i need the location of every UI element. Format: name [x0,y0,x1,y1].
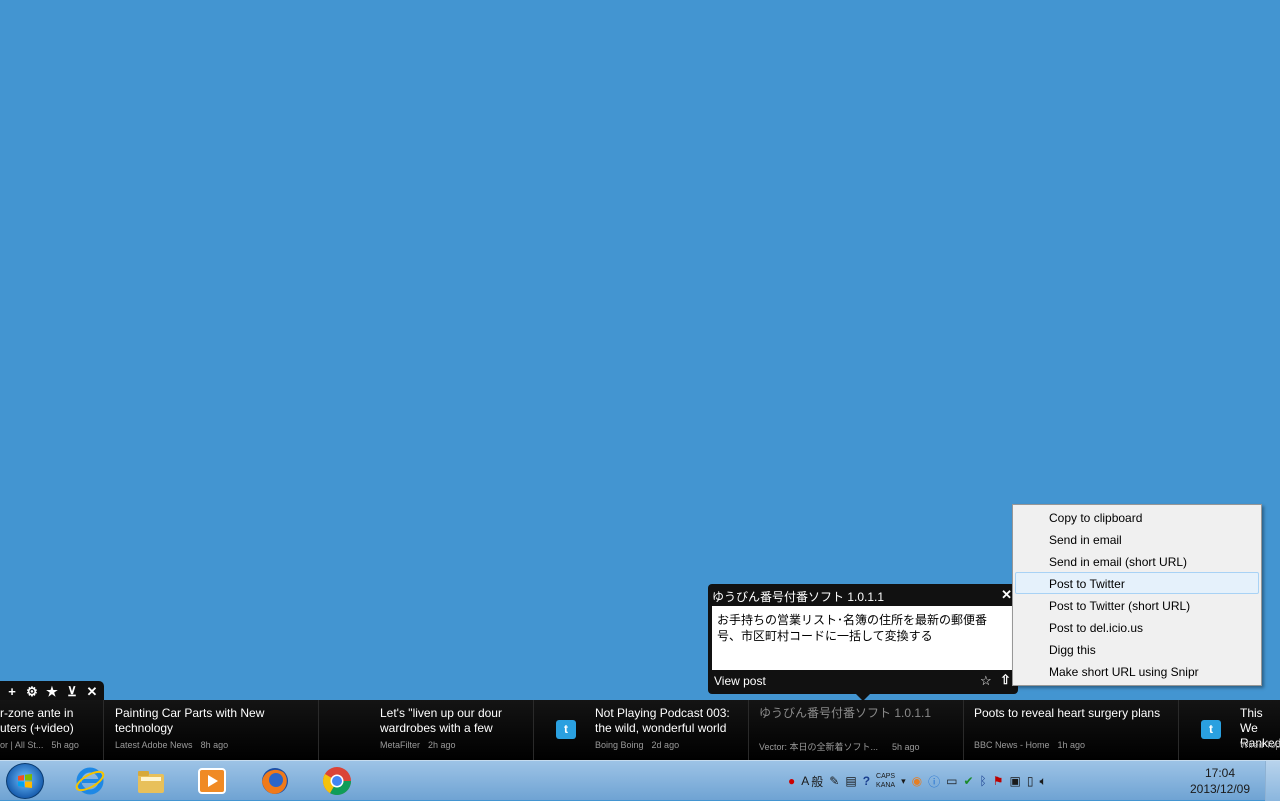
close-icon[interactable]: ✕ [84,685,100,698]
ime-mode-icon[interactable]: A [801,774,809,788]
share-context-menu: Copy to clipboard Send in email Send in … [1012,504,1262,686]
menu-item-snipr-short-url[interactable]: Make short URL using Snipr [1015,660,1259,682]
menu-item-digg[interactable]: Digg this [1015,638,1259,660]
ticker-item[interactable]: t Not Playing Podcast 003: the wild, won… [534,700,749,760]
windows-logo-icon [18,774,32,788]
ticker-item-title: Let's "liven up our dour wardrobes with … [380,706,502,735]
ticker-item-age: 5h ago [51,740,79,750]
ticker-item-title: Painting Car Parts with New technology [115,706,265,735]
caps-kana-indicator: CAPS KANA [876,772,895,790]
ticker-item-title: ゆうびん番号付番ソフト 1.0.1.1 [759,706,932,720]
clock-time: 17:04 [1204,766,1236,780]
ticker-item-meta: Wired Top [1240,740,1280,750]
ime-kanji-icon[interactable]: 般 [811,773,823,790]
ticker-item[interactable]: Let's "liven up our dour wardrobes with … [319,700,534,760]
info-icon[interactable]: ⓘ [928,773,940,790]
ticker-item[interactable]: t This We Ranked Wired Top [1179,700,1280,760]
ticker-item-source: or | All St... [0,740,44,750]
news-popup: ゆうびん番号付番ソフト 1.0.1.1 ✕ お手持ちの営業リスト･名簿の住所を最… [708,584,1018,701]
ticker-item-meta: Vector: 本日の全新着ソフト... 5h ago [759,740,920,753]
ticker-item[interactable]: Painting Car Parts with New technology L… [104,700,319,760]
file-explorer-icon[interactable] [135,765,167,797]
menu-item-send-email-short-url[interactable]: Send in email (short URL) [1015,550,1259,572]
ticker-item-source: Latest Adobe News [115,740,193,750]
ticker-item-title: Not Playing Podcast 003: the wild, wonde… [595,706,730,735]
bluetooth-icon[interactable]: ᛒ [980,774,987,788]
chrome-icon[interactable] [321,765,353,797]
volume-icon[interactable]: 🔈︎ [1039,774,1046,789]
popup-body: お手持ちの営業リスト･名簿の住所を最新の郵便番号、市区町村コードに一括して変換す… [712,606,1012,670]
ticker-item-age: 8h ago [200,740,229,750]
power-icon[interactable]: ▯ [1027,774,1034,788]
action-center-icon[interactable]: ⚑ [993,774,1004,788]
antivirus-icon[interactable]: ● [788,774,795,788]
media-player-icon[interactable] [196,765,228,797]
view-post-link[interactable]: View post [714,674,766,688]
system-clock[interactable]: 17:04 2013/12/09 [1182,765,1258,797]
ticker-item-age: 2d ago [651,740,680,750]
ticker-item[interactable]: Poots to reveal heart surgery plans BBC … [964,700,1179,760]
ticker-item-title: Poots to reveal heart surgery plans [974,706,1161,720]
notepad-icon[interactable]: ▭ [946,774,957,788]
clock-date: 2013/12/09 [1189,782,1251,796]
start-button[interactable] [6,763,44,799]
ticker-item-age: 1h ago [1057,740,1086,750]
ticker-item-selected[interactable]: ゆうびん番号付番ソフト 1.0.1.1 Vector: 本日の全新着ソフト...… [749,700,964,760]
chevron-down-icon[interactable]: ▾ [901,776,906,787]
ticker-item-source: Wired Top [1240,740,1280,750]
ticker-item-source: Boing Boing [595,740,644,750]
ticker-item-age: 2h ago [428,740,456,750]
menu-item-post-delicious[interactable]: Post to del.icio.us [1015,616,1259,638]
ticker-item-meta: Latest Adobe News 8h ago [115,740,228,750]
news-ticker: r-zone ante in uters (+video) or | All S… [0,700,1280,760]
ticker-item-title: r-zone ante in uters (+video) [0,706,74,735]
ticker-item-meta: or | All St... 5h ago [0,740,79,750]
twitter-icon: t [556,720,576,739]
star-icon[interactable]: ☆ [980,673,992,689]
menu-item-post-twitter[interactable]: Post to Twitter [1015,572,1259,594]
ticker-item[interactable]: r-zone ante in uters (+video) or | All S… [0,700,104,760]
help-icon[interactable]: ? [863,774,870,788]
ticker-item-meta: MetaFilter 2h ago [380,740,456,750]
ticker-item-source: BBC News - Home [974,740,1050,750]
ticker-toolbar: + ⚙ ★ ⊻ ✕ [0,681,104,701]
ticker-item-source: MetaFilter [380,740,421,750]
popup-close-icon[interactable]: ✕ [1001,587,1012,603]
popup-pointer [856,694,870,701]
popup-title: ゆうびん番号付番ソフト 1.0.1.1 [712,590,885,604]
settings-icon[interactable]: ⚙ [24,685,40,698]
system-tray: ● A 般 ✎ ▤ ? CAPS KANA ▾ ◉ ⓘ ▭ ✔ ᛒ ⚑ ▣ ▯ … [788,769,1053,793]
ticker-item-age: 5h ago [892,742,920,752]
menu-item-copy-clipboard[interactable]: Copy to clipboard [1015,506,1259,528]
menu-item-send-email[interactable]: Send in email [1015,528,1259,550]
share-icon[interactable]: ⇧ [1000,672,1011,688]
menu-item-post-twitter-short-url[interactable]: Post to Twitter (short URL) [1015,594,1259,616]
internet-explorer-icon[interactable] [74,765,106,797]
ticker-item-meta: Boing Boing 2d ago [595,740,679,750]
shield-check-icon[interactable]: ✔ [963,774,973,788]
ticker-item-meta: BBC News - Home 1h ago [974,740,1085,750]
kana-label: KANA [876,782,896,789]
ime-tools-icon[interactable]: ✎ [829,774,839,788]
taskbar: ● A 般 ✎ ▤ ? CAPS KANA ▾ ◉ ⓘ ▭ ✔ ᛒ ⚑ ▣ ▯ … [0,760,1280,801]
caps-label: CAPS [876,773,896,780]
show-desktop-button[interactable] [1265,761,1280,801]
ticker-item-source: Vector: 本日の全新着ソフト... [759,742,879,752]
minimize-icon[interactable]: ⊻ [64,685,80,698]
twitter-icon: t [1201,720,1221,739]
ime-dictionary-icon[interactable]: ▤ [845,774,856,788]
rss-icon[interactable]: ◉ [912,774,922,788]
favorites-icon[interactable]: ★ [44,685,60,698]
add-feed-icon[interactable]: + [4,685,20,698]
network-icon[interactable]: ▣ [1010,774,1021,788]
firefox-icon[interactable] [259,765,291,797]
